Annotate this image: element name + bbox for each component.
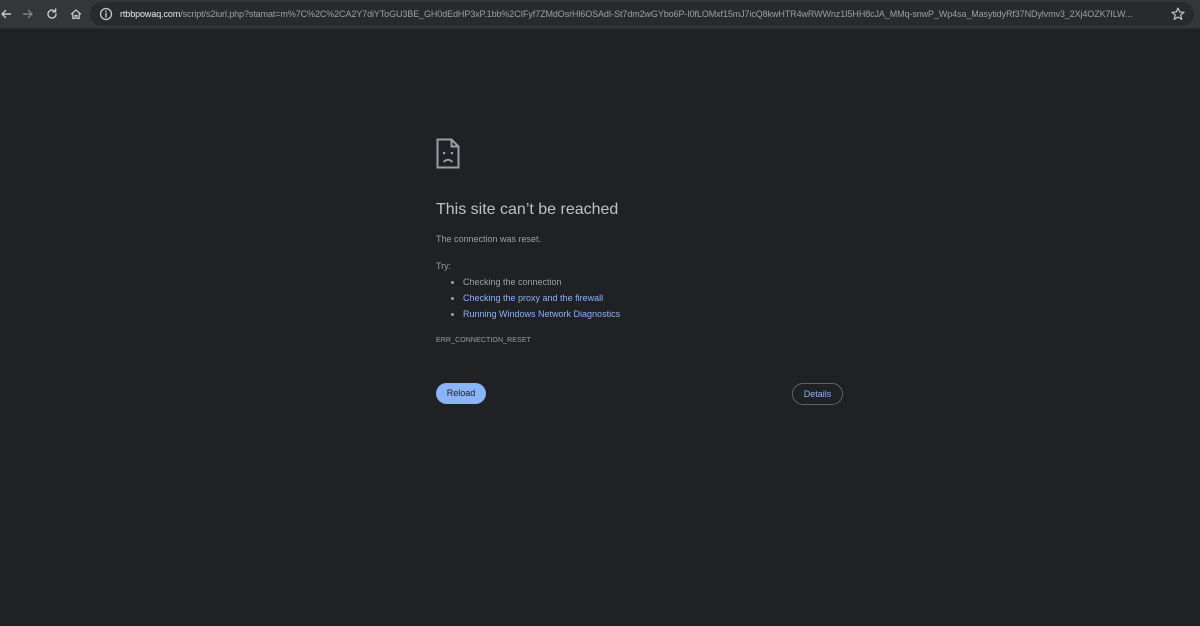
reload-page-button[interactable]: [42, 4, 62, 24]
url-text[interactable]: rtbbpowaq.com/script/s2iurl.php?stamat=m…: [120, 2, 1164, 26]
check-proxy-link[interactable]: Checking the proxy and the firewall: [463, 293, 603, 303]
forward-button[interactable]: [18, 4, 38, 24]
home-icon: [70, 9, 82, 20]
home-button[interactable]: [66, 4, 86, 24]
star-icon[interactable]: [1170, 6, 1186, 22]
url-host: rtbbpowaq.com: [120, 9, 181, 19]
try-label: Try:: [436, 261, 452, 271]
back-button[interactable]: [0, 4, 16, 24]
details-button[interactable]: Details: [792, 383, 843, 405]
network-diagnostics-link[interactable]: Running Windows Network Diagnostics: [463, 309, 620, 319]
error-code: ERR_CONNECTION_RESET: [436, 337, 531, 344]
browser-toolbar: rtbbpowaq.com/script/s2iurl.php?stamat=m…: [0, 0, 1200, 29]
info-icon[interactable]: [99, 7, 113, 21]
sad-file-icon: [436, 138, 460, 169]
forward-arrow-icon: [22, 9, 33, 19]
suggestion-network-diagnostics: Running Windows Network Diagnostics: [463, 308, 620, 324]
error-title: This site can’t be reached: [436, 201, 619, 218]
error-message: The connection was reset.: [436, 234, 542, 244]
url-path: /script/s2iurl.php?stamat=m%7C%2C%2CA2Y7…: [180, 9, 1133, 19]
reload-icon: [47, 8, 57, 19]
address-bar[interactable]: rtbbpowaq.com/script/s2iurl.php?stamat=m…: [90, 2, 1194, 26]
suggestion-check-connection: Checking the connection: [463, 276, 620, 292]
back-arrow-icon: [1, 9, 12, 19]
reload-button[interactable]: Reload: [436, 383, 486, 404]
suggestion-check-proxy: Checking the proxy and the firewall: [463, 292, 620, 308]
suggestions-list: Checking the connection Checking the pro…: [436, 276, 620, 324]
